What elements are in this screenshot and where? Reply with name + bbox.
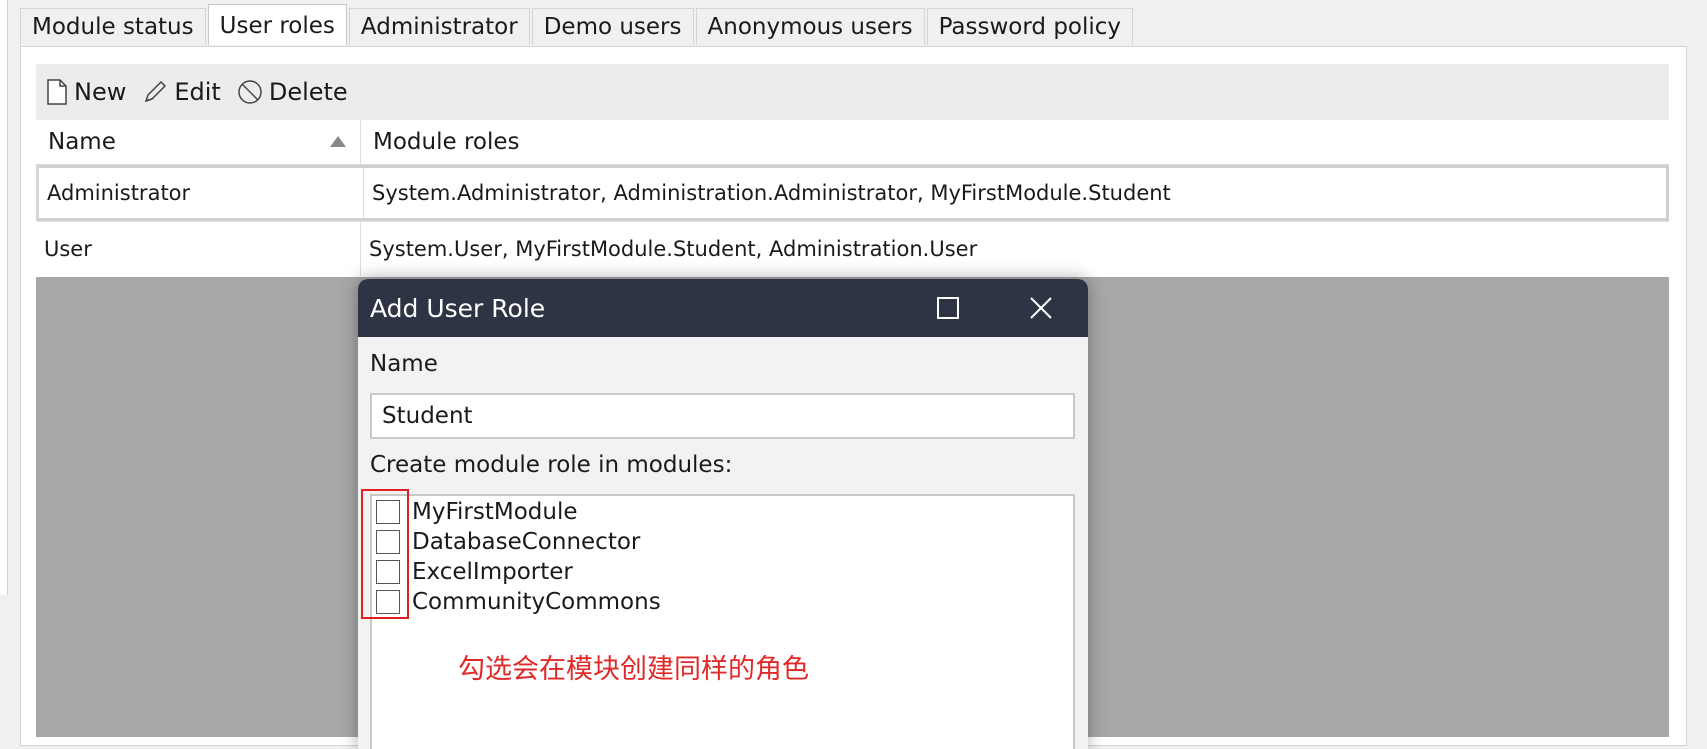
- grid-header: Name Module roles: [36, 120, 1669, 165]
- tab-password-policy[interactable]: Password policy: [926, 8, 1134, 45]
- tab-administrator[interactable]: Administrator: [348, 8, 530, 45]
- close-icon: [1030, 297, 1052, 319]
- maximize-button[interactable]: [931, 291, 965, 325]
- name-label: Name: [370, 351, 438, 377]
- modules-label: Create module role in modules:: [370, 452, 733, 478]
- left-edge: [0, 0, 8, 595]
- module-label: MyFirstModule: [412, 499, 578, 525]
- module-label: DatabaseConnector: [412, 529, 641, 555]
- name-field[interactable]: Student: [370, 393, 1075, 439]
- table-row[interactable]: Administrator System.Administrator, Admi…: [36, 165, 1669, 221]
- pencil-icon: [145, 80, 167, 103]
- dialog-title: Add User Role: [370, 293, 546, 323]
- row-name-cell: User: [36, 222, 361, 276]
- list-item: DatabaseConnector: [376, 528, 640, 556]
- sort-ascending-icon: [330, 136, 346, 147]
- tab-user-roles[interactable]: User roles: [207, 4, 347, 45]
- new-button-label: New: [74, 78, 127, 106]
- edit-button[interactable]: Edit: [142, 78, 221, 106]
- tab-demo-users[interactable]: Demo users: [531, 8, 694, 45]
- add-user-role-dialog: Add User Role Name Student Create module…: [358, 279, 1088, 749]
- module-label: ExcelImporter: [412, 559, 573, 585]
- column-header-name[interactable]: Name: [36, 120, 361, 164]
- new-document-icon: [47, 79, 67, 105]
- tab-anonymous-users[interactable]: Anonymous users: [695, 8, 925, 45]
- maximize-icon: [937, 297, 959, 319]
- toolbar: New Edit Delete: [36, 64, 1669, 120]
- new-button[interactable]: New: [46, 78, 126, 106]
- delete-button[interactable]: Delete: [237, 78, 348, 106]
- column-header-module-roles[interactable]: Module roles: [361, 120, 1669, 164]
- tab-bar: Module status User roles Administrator D…: [20, 4, 1135, 46]
- table-row[interactable]: User System.User, MyFirstModule.Student,…: [36, 221, 1669, 276]
- user-roles-grid: Name Module roles Administrator System.A…: [36, 120, 1669, 276]
- list-item: CommunityCommons: [376, 588, 661, 616]
- row-module-roles-cell: System.User, MyFirstModule.Student, Admi…: [369, 237, 978, 261]
- module-label: CommunityCommons: [412, 589, 661, 615]
- modules-list: MyFirstModule DatabaseConnector ExcelImp…: [370, 494, 1075, 749]
- dialog-title-bar: Add User Role: [358, 279, 1088, 337]
- row-module-roles-cell: System.Administrator, Administration.Adm…: [372, 181, 1171, 205]
- close-button[interactable]: [1024, 291, 1058, 325]
- annotation-highlight-box: [361, 489, 409, 619]
- edit-button-label: Edit: [174, 78, 221, 106]
- prohibited-icon: [238, 80, 262, 104]
- column-header-name-label: Name: [48, 129, 116, 155]
- tab-module-status[interactable]: Module status: [20, 8, 206, 45]
- annotation-text: 勾选会在模块创建同样的角色: [458, 654, 809, 685]
- delete-button-label: Delete: [268, 78, 348, 106]
- row-name-cell: Administrator: [39, 168, 364, 218]
